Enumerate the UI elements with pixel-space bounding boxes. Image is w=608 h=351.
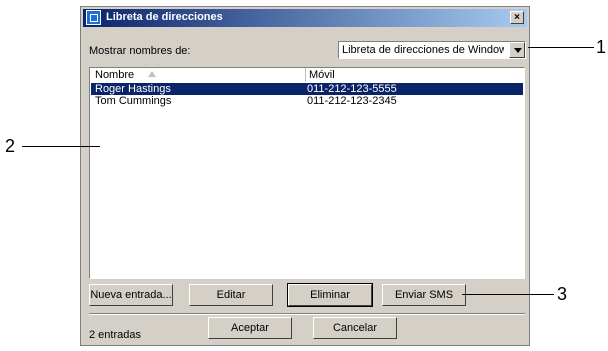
contact-name: Tom Cummings — [95, 95, 172, 107]
ok-button[interactable]: Aceptar — [208, 317, 292, 339]
show-names-from-label: Mostrar nombres de: — [89, 45, 191, 57]
sort-ascending-icon — [148, 71, 156, 77]
chevron-down-icon[interactable] — [509, 42, 525, 58]
address-book-select[interactable]: Libreta de direcciones de Windows — [338, 41, 526, 59]
contact-mobile: 011-212-123-2345 — [307, 95, 397, 107]
entry-count: 2 entradas — [89, 329, 141, 341]
send-sms-button[interactable]: Enviar SMS — [382, 284, 466, 306]
list-header: Nombre Móvil — [90, 68, 524, 82]
callout-line-3 — [462, 294, 554, 295]
contacts-list[interactable]: Nombre Móvil Roger Hastings 011-212-123-… — [89, 67, 525, 279]
delete-button[interactable]: Eliminar — [287, 283, 373, 307]
callout-line-2 — [22, 146, 100, 147]
callout-line-1 — [528, 47, 594, 48]
contact-mobile: 011-212-123-5555 — [307, 83, 397, 95]
title-bar: Libreta de direcciones × — [83, 9, 527, 27]
new-entry-button[interactable]: Nueva entrada... — [89, 284, 173, 306]
column-header-name[interactable]: Nombre — [95, 69, 134, 81]
column-header-mobile[interactable]: Móvil — [309, 69, 335, 81]
cancel-button[interactable]: Cancelar — [313, 317, 397, 339]
contact-name: Roger Hastings — [95, 83, 171, 95]
address-book-select-value: Libreta de direcciones de Windows — [342, 44, 504, 56]
callout-number-1: 1 — [596, 37, 607, 57]
callout-number-3: 3 — [557, 284, 568, 304]
close-button[interactable]: × — [510, 11, 524, 24]
address-book-icon — [86, 10, 101, 25]
list-item[interactable]: Roger Hastings 011-212-123-5555 — [91, 83, 523, 95]
window-title: Libreta de direcciones — [106, 11, 223, 23]
callout-number-2: 2 — [5, 136, 16, 156]
edit-button[interactable]: Editar — [189, 284, 273, 306]
column-divider[interactable] — [305, 68, 306, 82]
separator — [89, 313, 525, 315]
address-book-dialog: Libreta de direcciones × Mostrar nombres… — [80, 6, 530, 346]
list-item[interactable]: Tom Cummings 011-212-123-2345 — [91, 95, 523, 107]
